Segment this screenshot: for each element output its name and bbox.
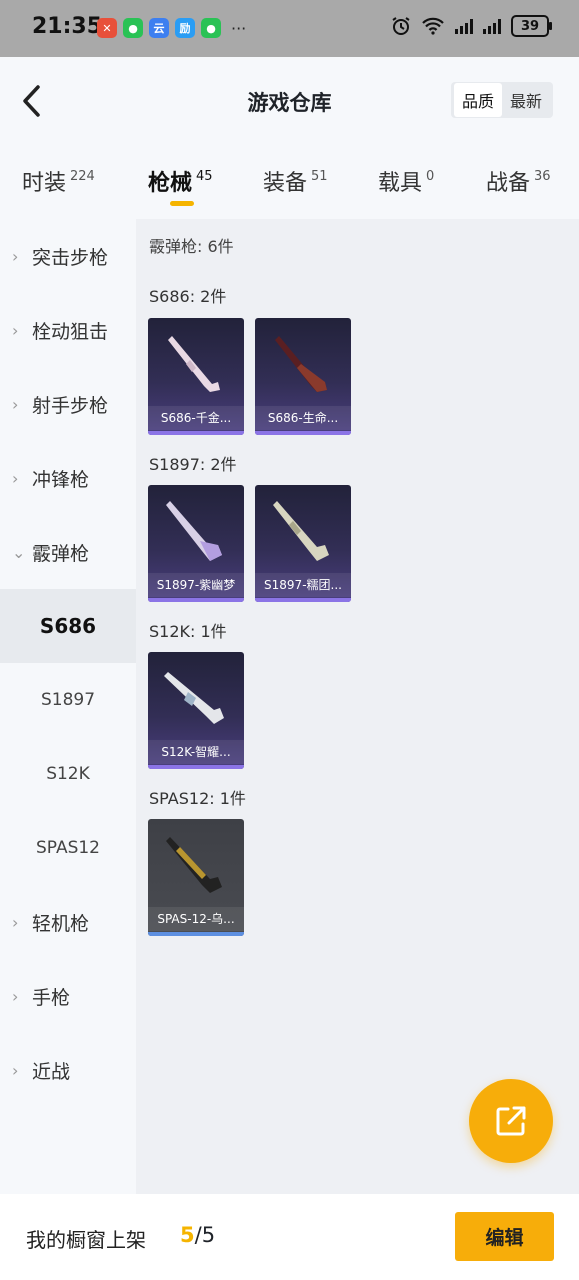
sidebar-item-assault-rifle[interactable]: › 突击步枪 xyxy=(0,219,136,293)
status-right: 39 xyxy=(391,15,552,37)
cloud-app-icon: 云 xyxy=(149,18,169,38)
chevron-down-icon: ⌄ xyxy=(12,542,26,562)
quality-bar xyxy=(148,765,244,769)
sidebar-item-shotgun[interactable]: ⌄ 霰弹枪 xyxy=(0,515,136,589)
shotgun-icon xyxy=(273,501,329,561)
group-title: S686: 2件 xyxy=(149,287,227,306)
sidebar-sub-spas12[interactable]: SPAS12 xyxy=(0,811,136,885)
quality-bar xyxy=(255,598,351,602)
quality-bar xyxy=(148,431,244,435)
weapon-type-sidebar: › 突击步枪 › 栓动狙击 › 射手步枪 › 冲锋枪 ⌄ 霰弹枪 S686 S1897 S… xyxy=(0,219,136,1194)
alarm-icon xyxy=(392,17,410,35)
quality-bar xyxy=(148,932,244,936)
chevron-right-icon: › xyxy=(12,986,19,1006)
weapon-list: 霰弹枪: 6件 S686: 2件 S686-千金... S686-生命... S… xyxy=(136,219,579,1194)
chevron-right-icon: › xyxy=(12,912,19,932)
more-notifications-icon: ··· xyxy=(231,18,247,38)
tab-count: 224 xyxy=(70,169,95,184)
wifi-icon xyxy=(422,17,444,35)
weapon-name: S12K-智耀... xyxy=(148,740,244,764)
status-time: 21:35 xyxy=(32,14,103,39)
weapon-card[interactable]: SPAS-12-乌... xyxy=(148,819,244,936)
weapon-name: S686-千金... xyxy=(148,406,244,430)
weapon-name: S686-生命... xyxy=(255,406,351,430)
signal-icon xyxy=(455,18,473,34)
weapon-card[interactable]: S12K-智耀... xyxy=(148,652,244,769)
tab-firearms[interactable]: 枪械 45 xyxy=(148,165,213,197)
tab-supplies[interactable]: 战备 36 xyxy=(486,165,551,197)
active-tab-indicator xyxy=(170,201,194,206)
sidebar-item-pistol[interactable]: › 手枪 xyxy=(0,959,136,1033)
tab-outfits[interactable]: 时装 224 xyxy=(22,165,95,197)
sort-newest-button[interactable]: 最新 xyxy=(502,83,550,117)
showcase-label: 我的橱窗上架 xyxy=(26,1228,146,1252)
sidebar-item-melee[interactable]: › 近战 xyxy=(0,1033,136,1107)
sort-toggle: 品质 最新 xyxy=(450,82,553,118)
tab-count: 45 xyxy=(196,169,213,184)
tab-count: 0 xyxy=(426,169,435,184)
weapon-card[interactable]: S686-生命... xyxy=(255,318,351,435)
weapon-name: SPAS-12-乌... xyxy=(148,907,244,931)
group-title: SPAS12: 1件 xyxy=(149,789,246,808)
tab-equipment[interactable]: 装备 51 xyxy=(263,165,328,197)
chevron-right-icon: › xyxy=(12,468,19,488)
signal2-icon xyxy=(483,18,501,34)
group-title: S1897: 2件 xyxy=(149,455,237,474)
share-icon xyxy=(496,1106,526,1136)
share-button[interactable] xyxy=(469,1079,553,1163)
sidebar-item-bolt-sniper[interactable]: › 栓动狙击 xyxy=(0,293,136,367)
shotgun-icon xyxy=(275,336,327,392)
weapon-card[interactable]: S686-千金... xyxy=(148,318,244,435)
quality-bar xyxy=(148,598,244,602)
weapon-card[interactable]: S1897-紫幽梦 xyxy=(148,485,244,602)
sidebar-item-smg[interactable]: › 冲锋枪 xyxy=(0,441,136,515)
tab-count: 36 xyxy=(534,169,551,184)
wechat-icon: ● xyxy=(201,18,221,38)
shotgun-icon xyxy=(166,501,222,561)
header: 游戏仓库 品质 最新 xyxy=(0,57,579,145)
status-bar: 21:35 ✕ ● 云 励 ● ··· 39 xyxy=(0,0,579,57)
chevron-right-icon: › xyxy=(12,246,19,266)
shotgun-icon xyxy=(164,672,224,724)
weapon-name: S1897-糯团... xyxy=(255,573,351,597)
sort-quality-button[interactable]: 品质 xyxy=(453,83,502,117)
showcase-count: 5/5 xyxy=(180,1223,216,1247)
edit-button[interactable]: 编辑 xyxy=(455,1212,554,1261)
reward-app-icon: 励 xyxy=(175,18,195,38)
tab-vehicles[interactable]: 载具 0 xyxy=(378,165,434,197)
category-heading: 霰弹枪: 6件 xyxy=(149,237,234,256)
showcase-bar: 我的橱窗上架 5/5 编辑 xyxy=(0,1194,579,1280)
sidebar-sub-s1897[interactable]: S1897 xyxy=(0,663,136,737)
shotgun-icon xyxy=(168,336,220,392)
shotgun-icon xyxy=(166,837,222,893)
sidebar-sub-s686[interactable]: S686 xyxy=(0,589,136,663)
status-app-icons: ✕ ● 云 励 ● ··· xyxy=(97,18,246,38)
chevron-right-icon: › xyxy=(12,320,19,340)
sidebar-sub-s12k[interactable]: S12K xyxy=(0,737,136,811)
group-title: S12K: 1件 xyxy=(149,622,227,641)
chevron-right-icon: › xyxy=(12,394,19,414)
sidebar-item-marksman-rifle[interactable]: › 射手步枪 xyxy=(0,367,136,441)
app-red-icon: ✕ xyxy=(97,18,117,38)
weapon-name: S1897-紫幽梦 xyxy=(148,573,244,597)
category-tabs: 时装 224 枪械 45 装备 51 载具 0 战备 36 xyxy=(0,145,579,219)
wechat-icon: ● xyxy=(123,18,143,38)
chevron-right-icon: › xyxy=(12,1060,19,1080)
weapon-card[interactable]: S1897-糯团... xyxy=(255,485,351,602)
battery-icon: 39 xyxy=(511,15,552,37)
sidebar-item-lmg[interactable]: › 轻机枪 xyxy=(0,885,136,959)
tab-count: 51 xyxy=(311,169,328,184)
quality-bar xyxy=(255,431,351,435)
